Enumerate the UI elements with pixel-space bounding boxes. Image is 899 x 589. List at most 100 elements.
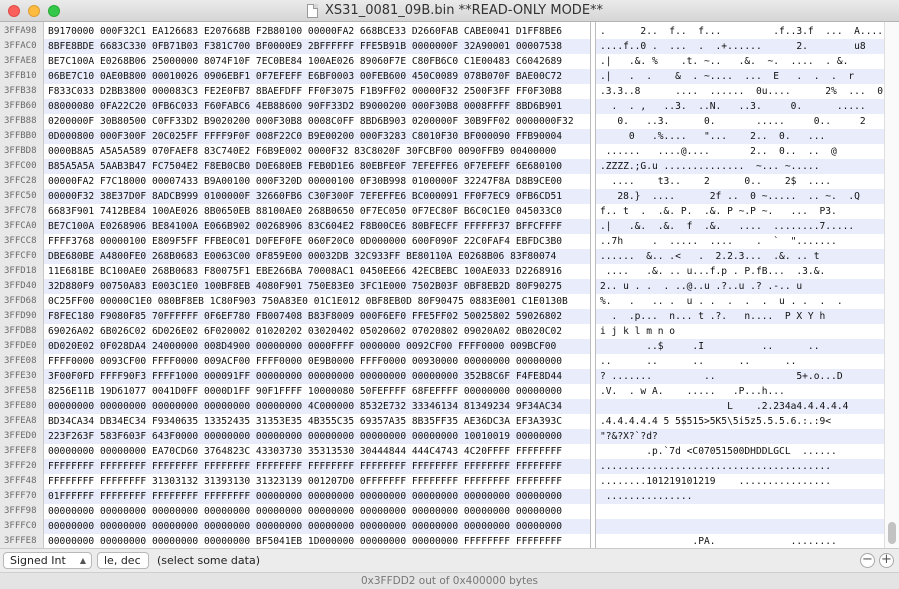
ascii-row[interactable]: .3.3..8 .... ...... 0u.... 2% ... 0.: [596, 84, 884, 99]
hex-row[interactable]: 11E681BE BC100AE0 268B0683 F80075F1 EBE2…: [44, 264, 590, 279]
hex-row[interactable]: F8FEC180 F9080F85 70FFFFFF 0F6EF780 FB00…: [44, 309, 590, 324]
offset-label: 3FFCF0: [4, 251, 37, 261]
hex-row[interactable]: 0000B8A5 A5A5A589 070FAEF8 83C740E2 F6B9…: [44, 144, 590, 159]
hex-row[interactable]: BD34CA34 DB34EC34 F9340635 13352435 3135…: [44, 414, 590, 429]
offset-label: 3FFC00: [4, 161, 37, 171]
ascii-row[interactable]: ..$ .I .. ..: [596, 339, 884, 354]
offset-label: 3FFBD8: [4, 146, 37, 156]
ascii-row[interactable]: 0 .%.... "... 2.. 0. ...: [596, 129, 884, 144]
ascii-row[interactable]: ...... ....@.... 2.. 0.. .. @: [596, 144, 884, 159]
ascii-row[interactable]: .V. . w A. ..... .P...h...: [596, 384, 884, 399]
remove-inspector-button[interactable]: −: [860, 553, 875, 568]
zoom-window-button[interactable]: [48, 5, 60, 17]
ascii-row[interactable]: .ZZZZ.;G.u .............. ~... ~.....: [596, 159, 884, 174]
number-type-label: Signed Int: [10, 554, 66, 567]
ascii-row[interactable]: 2.. u . . . ..@..u .?..u .? .-.. u: [596, 279, 884, 294]
offset-label: 3FFB60: [4, 101, 37, 111]
hex-row[interactable]: 0200000F 30B80500 C0FF33D2 B9020200 000F…: [44, 114, 590, 129]
ascii-row[interactable]: f.. t . .&. P. .&. P ~.P ~. ... P3.: [596, 204, 884, 219]
offset-label: 3FFD68: [4, 296, 37, 306]
ascii-row[interactable]: .p.`7d <C07051500DHDDLGCL ......: [596, 444, 884, 459]
hex-editor-view[interactable]: 3FFA98 3FFAC0 3FFAE8 3FFB10 3FFB38 3FFB60 3FFB…: [0, 22, 899, 564]
hex-row[interactable]: FFFF0000 0093CF00 FFFF0000 009ACF00 FFFF…: [44, 354, 590, 369]
hex-row[interactable]: 01FFFFFF FFFFFFFF FFFFFFFF FFFFFFFF 0000…: [44, 489, 590, 504]
ascii-row[interactable]: ........101219101219 ................: [596, 474, 884, 489]
ascii-row[interactable]: .. .. .. .. ..: [596, 354, 884, 369]
ascii-row[interactable]: .... .&. .. u...f.p . P.fB... .3.&.: [596, 264, 884, 279]
offset-label: 3FFD18: [4, 266, 37, 276]
ascii-row[interactable]: ........................................: [596, 459, 884, 474]
hex-row[interactable]: FFFFFFFF FFFFFFFF FFFFFFFF FFFFFFFF FFFF…: [44, 459, 590, 474]
endian-popup[interactable]: le, dec: [97, 552, 149, 569]
offset-label: 3FFB38: [4, 86, 37, 96]
hex-row[interactable]: 0C25FF00 00000C1E0 080BF8EB 1C80F903 750…: [44, 294, 590, 309]
minimize-window-button[interactable]: [28, 5, 40, 17]
hex-row[interactable]: 32D880F9 00750A83 E003C1E0 100BF8EB 4080…: [44, 279, 590, 294]
ascii-row[interactable]: ..7h . ..... .... . ` ".......: [596, 234, 884, 249]
ascii-row[interactable]: .| .&. .&. f .&. .... ........7.....: [596, 219, 884, 234]
hex-row[interactable]: FFFF3768 00000100 E809F5FF FFBE0C01 D0FE…: [44, 234, 590, 249]
offset-label: 3FFCA0: [4, 221, 37, 231]
offset-label: 3FFA98: [4, 26, 37, 36]
hex-row[interactable]: 223F263F 583F603F 643F0000 00000000 0000…: [44, 429, 590, 444]
offset-label: 3FFFC0: [4, 521, 37, 531]
ascii-row[interactable]: [596, 519, 884, 534]
hex-column[interactable]: B9170000 000F32C1 EA126683 E207668B F2B8…: [44, 22, 590, 564]
hex-row[interactable]: DBE680BE A4800FE0 268B0683 E0063C00 0F85…: [44, 249, 590, 264]
ascii-row[interactable]: .... t3.. 2 0.. 2$ ....: [596, 174, 884, 189]
ascii-row[interactable]: .| . . & . ~.... ... E . . . r: [596, 69, 884, 84]
hex-row[interactable]: 00000000 00000000 00000000 00000000 0000…: [44, 519, 590, 534]
hex-row[interactable]: 00000FA2 F7C18000 00007433 B9A00100 000F…: [44, 174, 590, 189]
ascii-row[interactable]: . 2.. f.. f... .f..3.f ... A.....: [596, 24, 884, 39]
hex-row[interactable]: B9170000 000F32C1 EA126683 E207668B F2B8…: [44, 24, 590, 39]
hex-row[interactable]: 00000F32 38E37D0F 8ADCB999 0100000F 3266…: [44, 189, 590, 204]
hex-row[interactable]: BE7C100A E0268B06 25000000 8074F10F 7EC0…: [44, 54, 590, 69]
vertical-scrollbar[interactable]: [884, 22, 899, 548]
endian-label: le, dec: [104, 554, 141, 567]
ascii-row[interactable]: ...............: [596, 489, 884, 504]
scrollbar-thumb[interactable]: [888, 522, 896, 544]
hex-row[interactable]: 06BE7C10 0AE0B800 00010026 0906EBF1 0F7E…: [44, 69, 590, 84]
hex-row[interactable]: 8BFE8BDE 6683C330 0FB71B03 F381C700 BF00…: [44, 39, 590, 54]
hex-row[interactable]: 8256E11B 19D61077 0041D0FF 0000D1FF 90F1…: [44, 384, 590, 399]
chevron-updown-icon: ▲: [79, 556, 86, 565]
hex-row[interactable]: 0D000800 000F300F 20C025FF FFFF9F0F 008F…: [44, 129, 590, 144]
close-window-button[interactable]: [8, 5, 20, 17]
hex-row[interactable]: 69026A02 6B026C02 6D026E02 6F020002 0102…: [44, 324, 590, 339]
hex-row[interactable]: 0D020E02 0F028DA4 24000000 008D4900 0000…: [44, 339, 590, 354]
ascii-row[interactable]: 28.} .... 2f .. 0 ~..... .. ~. .Q: [596, 189, 884, 204]
hex-row[interactable]: F833C033 D2BB3800 000083C3 FE2E0FB7 8BAE…: [44, 84, 590, 99]
ascii-row[interactable]: .4.4.4.4.4 5 5$515>5K5\5i5z5.5.5.6.:.:9<: [596, 414, 884, 429]
hex-row[interactable]: 00000000 00000000 00000000 00000000 BF50…: [44, 534, 590, 549]
add-inspector-button[interactable]: +: [879, 553, 894, 568]
ascii-row[interactable]: .PA. ........: [596, 534, 884, 549]
hex-row[interactable]: 08000080 0FA22C20 0FB6C033 F60FABC6 4EB8…: [44, 99, 590, 114]
ascii-row[interactable]: %. . .. . u . . . . . u . . . .: [596, 294, 884, 309]
number-type-popup[interactable]: Signed Int ▲: [3, 552, 92, 569]
offset-label: 3FFF48: [4, 476, 37, 486]
status-bar: 0x3FFDD2 out of 0x400000 bytes: [0, 572, 899, 589]
ascii-row[interactable]: i j k l m n o: [596, 324, 884, 339]
hex-row[interactable]: BE7C100A E0268906 BE84100A E066B902 0026…: [44, 219, 590, 234]
ascii-row[interactable]: . . , ..3. ..N. ..3. 0. .....: [596, 99, 884, 114]
ascii-row[interactable]: . .p... n... t .?. n.... P X Y h: [596, 309, 884, 324]
ascii-row[interactable]: .| .&. % .t. ~.. .&. ~. .... . &.: [596, 54, 884, 69]
ascii-row[interactable]: [596, 504, 884, 519]
hex-row[interactable]: 6683F901 7412BE84 100AE026 8B0650EB 8810…: [44, 204, 590, 219]
hex-row[interactable]: 00000000 00000000 00000000 00000000 0000…: [44, 399, 590, 414]
ascii-row[interactable]: L .2.234a4.4.4.4.4: [596, 399, 884, 414]
ascii-row[interactable]: ? ....... .. 5+.o...D: [596, 369, 884, 384]
ascii-row[interactable]: 0. ..3. 0. ..... 0.. 2: [596, 114, 884, 129]
hex-row[interactable]: 3F00F0FD FFFF90F3 FFFF1000 000091FF 0000…: [44, 369, 590, 384]
ascii-row[interactable]: ....f..0 . ... . .+...... 2. u8: [596, 39, 884, 54]
hex-row[interactable]: 00000000 00000000 00000000 00000000 0000…: [44, 504, 590, 519]
offset-label: 3FFFE8: [4, 536, 37, 546]
ascii-column[interactable]: . 2.. f.. f... .f..3.f ... A..... ....f..…: [596, 22, 884, 564]
hex-row[interactable]: FFFFFFFF FFFFFFFF 31303132 31393130 3132…: [44, 474, 590, 489]
ascii-row[interactable]: "?&?X?`?d?: [596, 429, 884, 444]
ascii-row[interactable]: ...... &.. .< . 2.2.3... .&. .. t: [596, 249, 884, 264]
title-bar: XS31_0081_09B.bin **READ-ONLY MODE**: [0, 0, 899, 22]
offset-column: 3FFA98 3FFAC0 3FFAE8 3FFB10 3FFB38 3FFB60 3FFB…: [0, 22, 44, 561]
hex-row[interactable]: 00000000 00000000 EA70CD60 3764823C 4330…: [44, 444, 590, 459]
hex-row[interactable]: B85A5A5A 5AAB3B47 FC7504E2 F8EB0CB0 D0E6…: [44, 159, 590, 174]
